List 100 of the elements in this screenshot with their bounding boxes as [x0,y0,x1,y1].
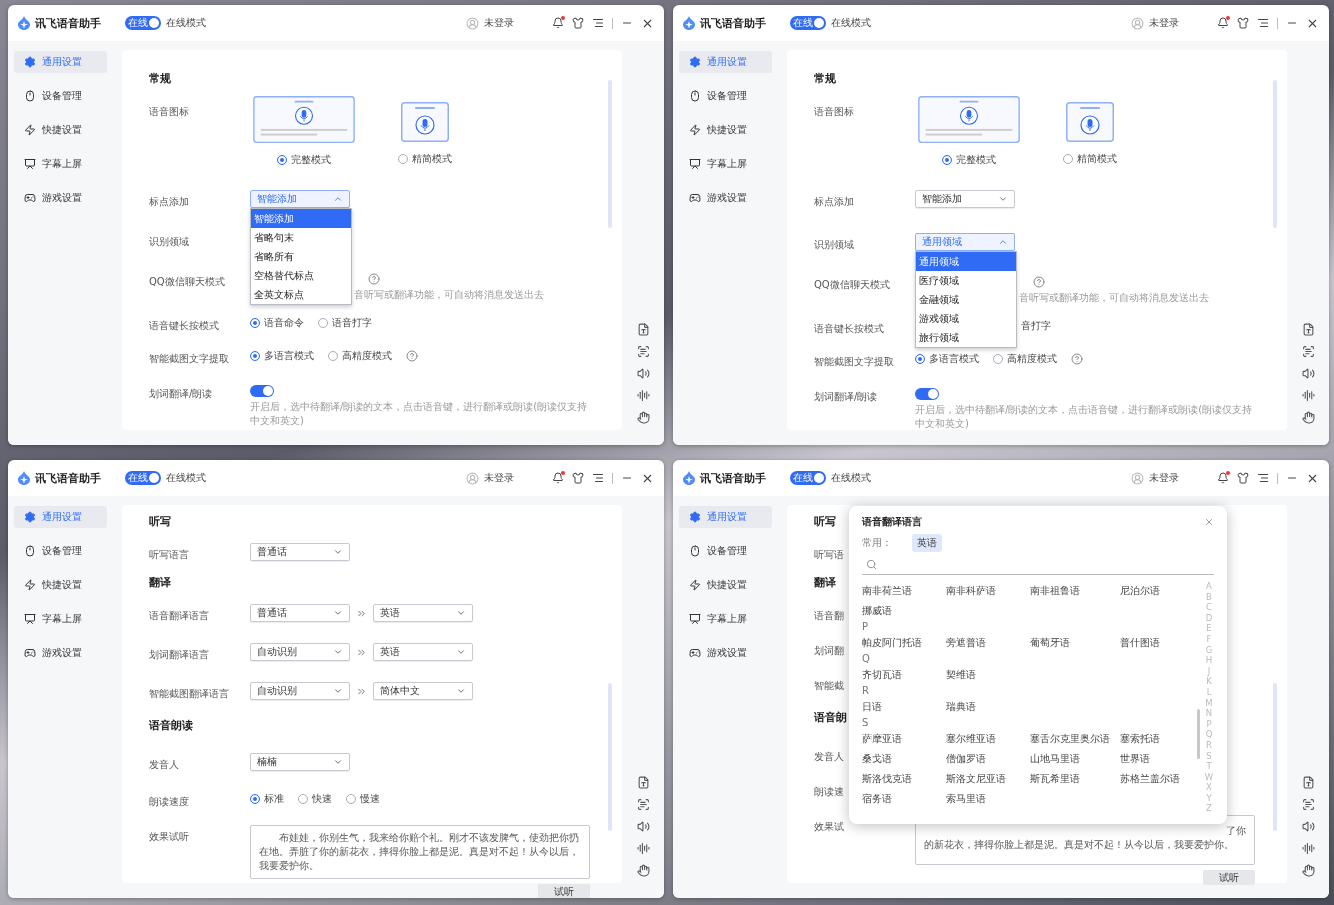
scan-icon[interactable] [1301,345,1315,358]
radio-option[interactable]: 高精度模式 [328,347,392,365]
language-option[interactable]: 苏格兰盖尔语 [1120,769,1197,789]
language-option[interactable]: 世界语 [1120,749,1197,769]
waveform-icon[interactable] [636,389,650,402]
radio-option[interactable]: 多语言模式 [250,347,314,365]
toggle-switch[interactable] [915,388,939,400]
hand-icon[interactable] [1301,411,1315,424]
scrollbar-thumb[interactable] [1197,709,1200,759]
document-icon[interactable] [1301,323,1315,336]
dropdown-option[interactable]: 游戏领域 [916,309,1016,328]
dropdown-option[interactable]: 智能添加 [251,209,351,228]
sidebar-item[interactable]: 快捷设置 [14,574,107,596]
hand-icon[interactable] [636,864,650,877]
sidebar-item[interactable]: 字幕上屏 [679,153,772,175]
radio-option[interactable]: 标准 [250,790,284,808]
help-icon[interactable] [406,350,418,362]
online-toggle[interactable]: 在线 [125,16,161,30]
language-option[interactable]: 南非祖鲁语 [1030,581,1120,601]
language-option[interactable]: 宿务语 [862,789,946,809]
language-option[interactable]: 瑞典语 [946,697,1030,717]
speaker-icon[interactable] [1301,820,1315,833]
language-option[interactable]: 南非科萨语 [946,581,1030,601]
login-link[interactable]: 未登录 [484,16,514,30]
language-option[interactable]: 萨摩亚语 [862,729,946,749]
hand-icon[interactable] [636,411,650,424]
dropdown-option[interactable]: 全英文标点 [251,285,351,304]
language-option[interactable]: 葡萄牙语 [1030,633,1120,653]
sidebar-item[interactable]: 游戏设置 [14,642,107,664]
scrollbar-thumb[interactable] [1273,683,1277,831]
radio-option[interactable]: 语音命令 [250,314,304,332]
listen-button[interactable]: 试听 [1203,870,1255,885]
language-option[interactable]: 尼泊尔语 [1120,581,1197,601]
sidebar-item[interactable]: 通用设置 [679,506,772,528]
help-icon[interactable] [1071,353,1083,365]
waveform-icon[interactable] [636,842,650,855]
toggle-switch[interactable] [250,385,274,397]
sidebar-item[interactable]: 游戏设置 [679,642,772,664]
speaker-icon[interactable] [636,820,650,833]
bell-icon[interactable] [552,17,564,29]
shirt-icon[interactable] [1237,472,1249,484]
dropdown-select[interactable]: 英语 [373,643,473,661]
dropdown-option[interactable]: 省略句末 [251,228,351,247]
language-option[interactable]: 南非荷兰语 [862,581,946,601]
shirt-icon[interactable] [572,17,584,29]
sidebar-item[interactable]: 设备管理 [14,85,107,107]
scan-icon[interactable] [636,798,650,811]
language-option[interactable]: 塞尔维亚语 [946,729,1030,749]
dropdown-option[interactable]: 省略所有 [251,247,351,266]
language-option[interactable]: 斯洛文尼亚语 [946,769,1030,789]
language-option[interactable]: 普什图语 [1120,633,1197,653]
dropdown-option[interactable]: 通用领域 [916,252,1016,271]
language-option[interactable]: 索马里语 [946,789,1030,809]
radio-option[interactable]: 快速 [298,790,332,808]
dropdown-select[interactable]: 自动识别 [250,643,350,661]
language-option[interactable]: 僧伽罗语 [946,749,1030,769]
help-icon[interactable] [1033,276,1045,288]
dropdown-option[interactable]: 医疗领域 [916,271,1016,290]
bell-icon[interactable] [552,472,564,484]
menu-icon[interactable] [592,17,604,29]
online-toggle[interactable]: 在线 [125,471,161,485]
menu-icon[interactable] [1257,472,1269,484]
dropdown-select[interactable]: 普通话 [250,604,350,622]
dropdown-option[interactable]: 旅行领域 [916,328,1016,347]
sidebar-item[interactable]: 字幕上屏 [679,608,772,630]
document-icon[interactable] [636,776,650,789]
language-option[interactable]: 契维语 [946,665,1030,685]
waveform-icon[interactable] [1301,389,1315,402]
language-option[interactable]: 旁遮普语 [946,633,1030,653]
sidebar-item[interactable]: 游戏设置 [679,187,772,209]
dropdown-select[interactable]: 英语 [373,604,473,622]
dropdown-select[interactable]: 楠楠 [250,753,350,771]
scan-icon[interactable] [1301,798,1315,811]
bell-icon[interactable] [1217,17,1229,29]
listen-button[interactable]: 试听 [538,884,590,898]
language-option[interactable]: 帕皮阿门托语 [862,633,946,653]
document-icon[interactable] [636,323,650,336]
login-link[interactable]: 未登录 [484,471,514,485]
radio-option[interactable]: 语音打字 [318,314,372,332]
language-chip[interactable]: 英语 [912,534,942,552]
dropdown-select[interactable]: 自动识别 [250,682,350,700]
dropdown-select[interactable]: 普通话 [250,543,350,561]
radio-option[interactable]: 完整模式 [942,151,996,168]
radio-option[interactable]: 高精度模式 [993,350,1057,368]
dropdown-select[interactable]: 智能添加 [250,190,350,208]
language-option[interactable]: 桑戈语 [862,749,946,769]
waveform-icon[interactable] [1301,842,1315,855]
sidebar-item[interactable]: 快捷设置 [14,119,107,141]
radio-option[interactable]: 精简模式 [1063,150,1117,168]
language-option[interactable]: 山地马里语 [1030,749,1120,769]
login-link[interactable]: 未登录 [1149,16,1179,30]
dropdown-select[interactable]: 智能添加 [915,190,1015,208]
sidebar-item[interactable]: 通用设置 [14,506,107,528]
scan-icon[interactable] [636,345,650,358]
login-link[interactable]: 未登录 [1149,471,1179,485]
sidebar-item[interactable]: 快捷设置 [679,574,772,596]
speaker-icon[interactable] [1301,367,1315,380]
sidebar-item[interactable]: 设备管理 [679,85,772,107]
menu-icon[interactable] [1257,17,1269,29]
help-icon[interactable] [368,273,380,285]
